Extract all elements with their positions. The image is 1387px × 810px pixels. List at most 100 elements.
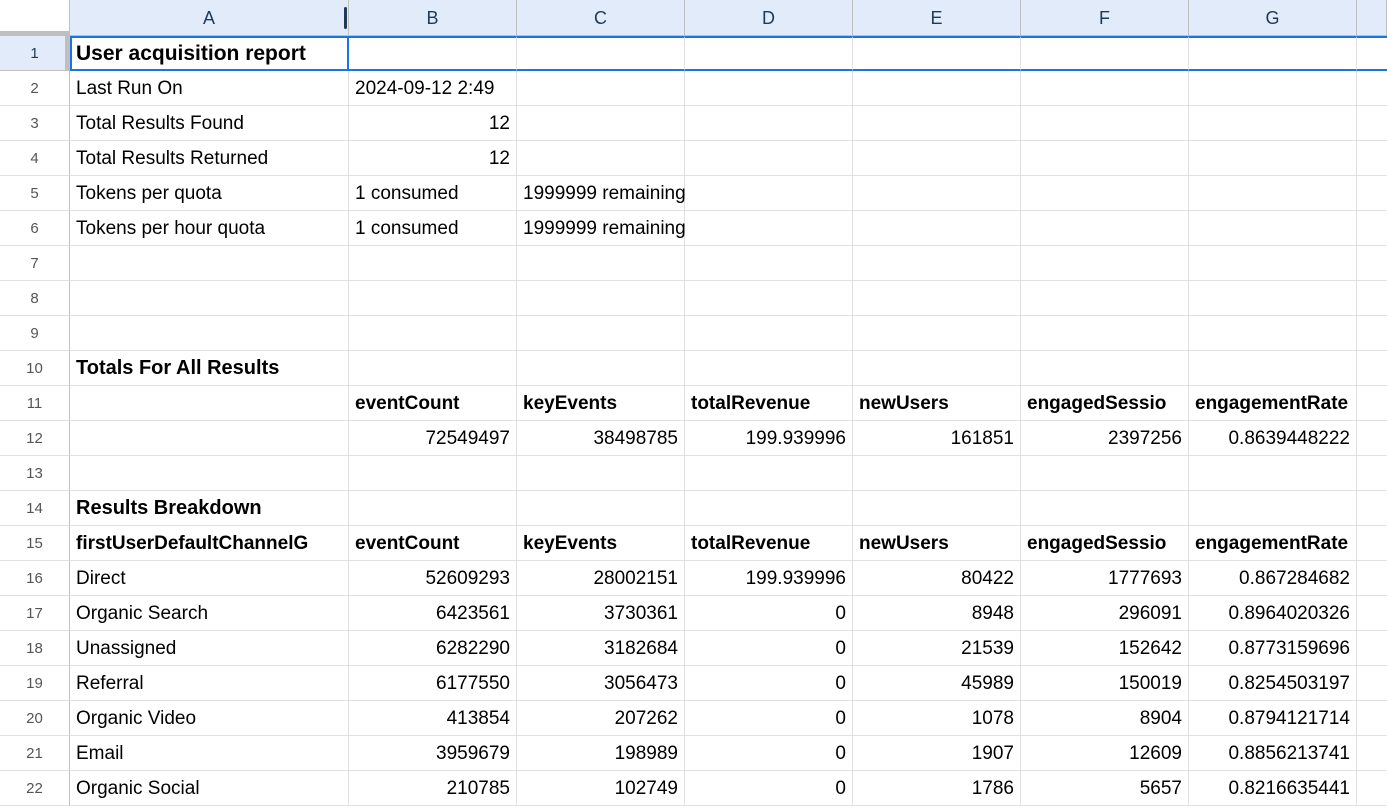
cell-E22[interactable]: 1786 [853, 771, 1021, 806]
cell-D3[interactable] [685, 106, 853, 141]
row-header-1[interactable]: 1 [0, 36, 70, 71]
cell-G21[interactable]: 0.8856213741 [1189, 736, 1357, 771]
cell-C17[interactable]: 3730361 [517, 596, 685, 631]
cell-A7[interactable] [70, 246, 349, 281]
cell-D6[interactable] [685, 211, 853, 246]
cell-E20[interactable]: 1078 [853, 701, 1021, 736]
cell-G4[interactable] [1189, 141, 1357, 176]
cell-C11[interactable]: keyEvents [517, 386, 685, 421]
cell-C22[interactable]: 102749 [517, 771, 685, 806]
cell-B11[interactable]: eventCount [349, 386, 517, 421]
cell-C3[interactable] [517, 106, 685, 141]
row-header-18[interactable]: 18 [0, 631, 70, 666]
cell-E2[interactable] [853, 71, 1021, 106]
cell-G6[interactable] [1189, 211, 1357, 246]
cell-F16[interactable]: 1777693 [1021, 561, 1189, 596]
row-header-5[interactable]: 5 [0, 176, 70, 211]
row-header-19[interactable]: 19 [0, 666, 70, 701]
cell-F12[interactable]: 2397256 [1021, 421, 1189, 456]
cell-G5[interactable] [1189, 176, 1357, 211]
cell-F1[interactable] [1021, 36, 1189, 71]
cell-B18[interactable]: 6282290 [349, 631, 517, 666]
row-header-2[interactable]: 2 [0, 71, 70, 106]
cell-F3[interactable] [1021, 106, 1189, 141]
cell-A21[interactable]: Email [70, 736, 349, 771]
cell-A9[interactable] [70, 316, 349, 351]
cell-E12[interactable]: 161851 [853, 421, 1021, 456]
cell-A19[interactable]: Referral [70, 666, 349, 701]
cell-C1[interactable] [517, 36, 685, 71]
cell-F5[interactable] [1021, 176, 1189, 211]
cell-D16[interactable]: 199.939996 [685, 561, 853, 596]
cell-G17[interactable]: 0.8964020326 [1189, 596, 1357, 631]
cell-F22[interactable]: 5657 [1021, 771, 1189, 806]
cell-D12[interactable]: 199.939996 [685, 421, 853, 456]
row-header-15[interactable]: 15 [0, 526, 70, 561]
cell-H5[interactable] [1357, 176, 1387, 211]
cell-F4[interactable] [1021, 141, 1189, 176]
cell-A20[interactable]: Organic Video [70, 701, 349, 736]
cell-E3[interactable] [853, 106, 1021, 141]
cell-A15[interactable]: firstUserDefaultChannelG [70, 526, 349, 561]
cell-A22[interactable]: Organic Social [70, 771, 349, 806]
cell-E6[interactable] [853, 211, 1021, 246]
cell-E1[interactable] [853, 36, 1021, 71]
cell-F20[interactable]: 8904 [1021, 701, 1189, 736]
cell-G19[interactable]: 0.8254503197 [1189, 666, 1357, 701]
cell-D4[interactable] [685, 141, 853, 176]
col-header-F[interactable]: F [1021, 0, 1189, 36]
cell-D11[interactable]: totalRevenue [685, 386, 853, 421]
row-header-12[interactable]: 12 [0, 421, 70, 456]
cell-H4[interactable] [1357, 141, 1387, 176]
col-header-D[interactable]: D [685, 0, 853, 36]
row-header-21[interactable]: 21 [0, 736, 70, 771]
row-header-3[interactable]: 3 [0, 106, 70, 141]
cell-B17[interactable]: 6423561 [349, 596, 517, 631]
cell-G15[interactable]: engagementRate [1189, 526, 1357, 561]
col-header-extra[interactable] [1357, 0, 1387, 36]
cell-F21[interactable]: 12609 [1021, 736, 1189, 771]
cell-A17[interactable]: Organic Search [70, 596, 349, 631]
cell-A14[interactable]: Results Breakdown [70, 491, 349, 526]
cell-A6[interactable]: Tokens per hour quota [70, 211, 349, 246]
cell-D20[interactable]: 0 [685, 701, 853, 736]
cell-D1[interactable] [685, 36, 853, 71]
cell-E19[interactable]: 45989 [853, 666, 1021, 701]
row-header-7[interactable]: 7 [0, 246, 70, 281]
cell-C4[interactable] [517, 141, 685, 176]
cell-G3[interactable] [1189, 106, 1357, 141]
cell-F17[interactable]: 296091 [1021, 596, 1189, 631]
cell-B3[interactable]: 12 [349, 106, 517, 141]
cell-F2[interactable] [1021, 71, 1189, 106]
cell-D17[interactable]: 0 [685, 596, 853, 631]
col-header-G[interactable]: G [1189, 0, 1357, 36]
cell-C19[interactable]: 3056473 [517, 666, 685, 701]
cell-B4[interactable]: 12 [349, 141, 517, 176]
spreadsheet-grid[interactable]: A B C D E F G 1 User acquisition report … [0, 0, 1387, 806]
col-header-A[interactable]: A [70, 0, 349, 36]
cell-B16[interactable]: 52609293 [349, 561, 517, 596]
cell-B21[interactable]: 3959679 [349, 736, 517, 771]
cell-E15[interactable]: newUsers [853, 526, 1021, 561]
row-header-16[interactable]: 16 [0, 561, 70, 596]
cell-E11[interactable]: newUsers [853, 386, 1021, 421]
cell-G2[interactable] [1189, 71, 1357, 106]
cell-G22[interactable]: 0.8216635441 [1189, 771, 1357, 806]
cell-E4[interactable] [853, 141, 1021, 176]
cell-A16[interactable]: Direct [70, 561, 349, 596]
row-header-22[interactable]: 22 [0, 771, 70, 806]
cell-C20[interactable]: 207262 [517, 701, 685, 736]
cell-B5[interactable]: 1 consumed [349, 176, 517, 211]
cell-C2[interactable] [517, 71, 685, 106]
col-header-C[interactable]: C [517, 0, 685, 36]
cell-B15[interactable]: eventCount [349, 526, 517, 561]
col-header-E[interactable]: E [853, 0, 1021, 36]
cell-F18[interactable]: 152642 [1021, 631, 1189, 666]
cell-C15[interactable]: keyEvents [517, 526, 685, 561]
cell-F11[interactable]: engagedSessio [1021, 386, 1189, 421]
cell-E16[interactable]: 80422 [853, 561, 1021, 596]
row-header-4[interactable]: 4 [0, 141, 70, 176]
cell-A11[interactable] [70, 386, 349, 421]
row-header-14[interactable]: 14 [0, 491, 70, 526]
cell-A1[interactable]: User acquisition report [70, 36, 349, 71]
